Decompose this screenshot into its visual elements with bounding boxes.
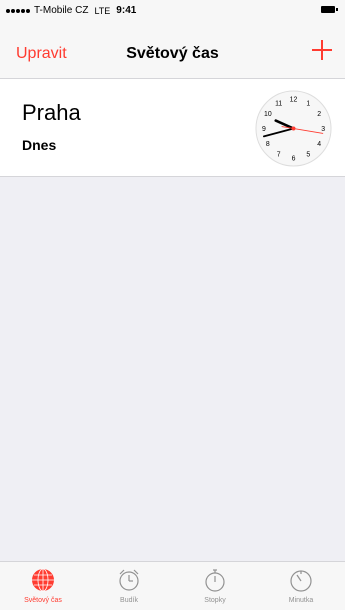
tab-label: Světový čas — [24, 597, 62, 604]
clock-dial-number: 8 — [266, 141, 270, 148]
navigation-bar: Upravit Světový čas — [0, 20, 345, 79]
clock-dial-number: 1 — [306, 100, 310, 107]
battery-icon — [321, 6, 338, 13]
clock-dial-number: 5 — [306, 152, 310, 159]
network-type: LTE — [94, 5, 111, 16]
status-bar: T-Mobile CZ LTE 9:41 — [0, 0, 345, 20]
clock-dial-number: 3 — [321, 126, 325, 133]
carrier-name: T-Mobile CZ — [34, 5, 89, 16]
clock-dial-number: 6 — [292, 156, 296, 163]
clock-dial-number: 12 — [290, 96, 298, 103]
tab-label: Budík — [120, 597, 138, 604]
tab-world-clock[interactable]: Světový čas — [0, 562, 86, 610]
tab-timer[interactable]: Minutka — [258, 562, 344, 610]
status-left: T-Mobile CZ LTE 9:41 — [6, 5, 136, 16]
signal-strength-icon — [6, 8, 30, 13]
page-title: Světový čas — [126, 45, 219, 62]
tab-bar: Světový čas Budík Stopky Minutka — [0, 561, 345, 610]
world-clock-row[interactable]: Praha Dnes 12 1 2 3 4 5 6 7 8 9 10 11 — [0, 79, 345, 177]
clock-dial-number: 7 — [277, 152, 281, 159]
tab-stopwatch[interactable]: Stopky — [172, 562, 258, 610]
analog-clock-icon: 12 12 3 45 6 78 9 1011 — [255, 90, 332, 167]
globe-icon — [32, 568, 54, 592]
clock-dial-number: 2 — [317, 111, 321, 118]
timer-icon — [290, 570, 312, 592]
city-name: Praha — [22, 100, 81, 125]
tab-label: Stopky — [204, 597, 226, 604]
status-time: 9:41 — [116, 5, 137, 16]
clock-dial-number: 4 — [317, 141, 321, 148]
tab-alarm[interactable]: Budík — [86, 562, 172, 610]
tab-label: Minutka — [288, 597, 314, 604]
stopwatch-icon — [205, 569, 225, 592]
add-icon[interactable] — [310, 38, 334, 62]
alarm-clock-icon — [119, 569, 139, 591]
clock-dial-number: 11 — [275, 100, 282, 107]
city-day: Dnes — [22, 137, 57, 153]
clock-dial-number: 10 — [264, 111, 272, 118]
clock-dial-number: 9 — [262, 126, 266, 133]
